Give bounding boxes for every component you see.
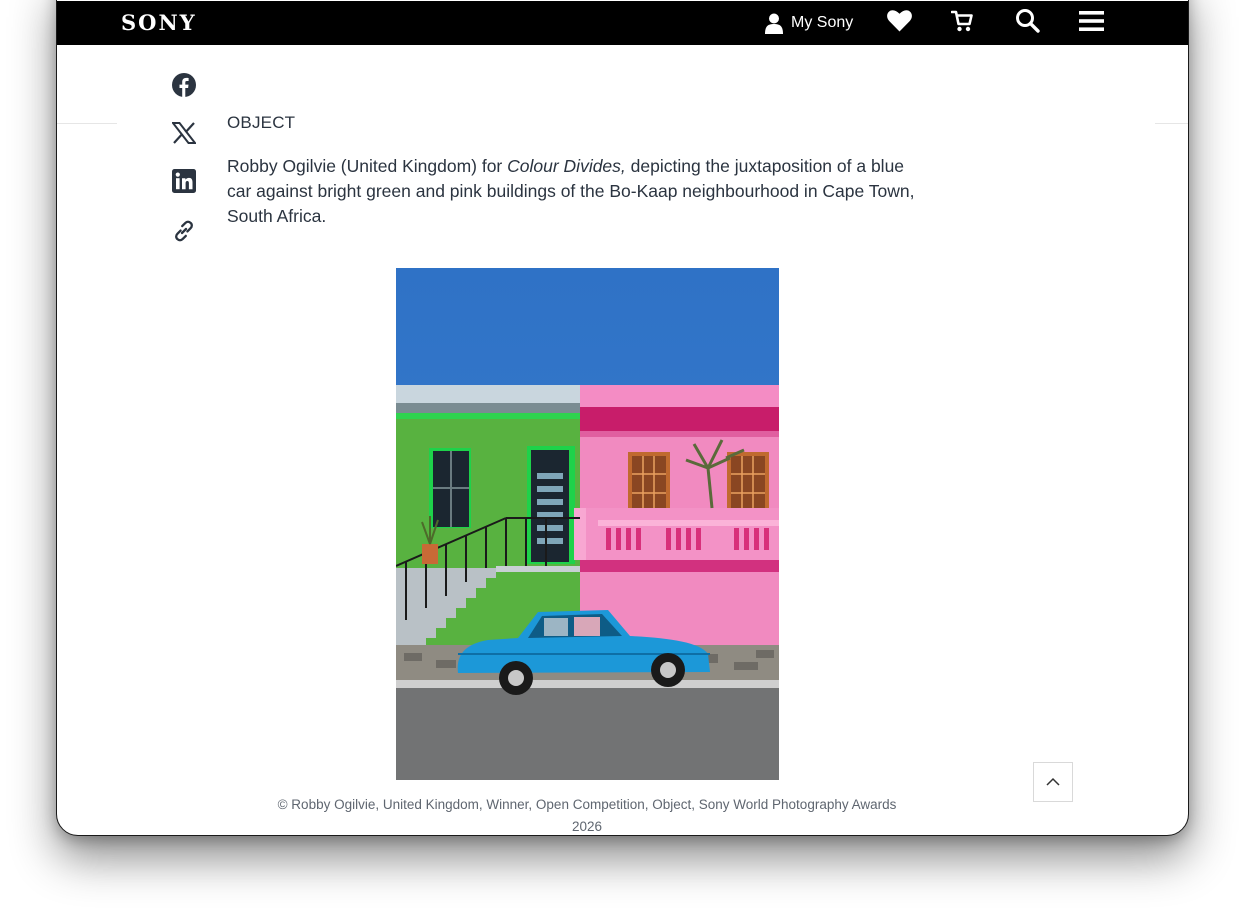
my-sony-label: My Sony — [791, 14, 854, 31]
search-button[interactable] — [1015, 1, 1040, 45]
divider-right — [1155, 123, 1188, 124]
search-icon — [1015, 8, 1040, 38]
facebook-icon — [172, 72, 196, 102]
photo-credit-year: 2026 — [571, 819, 603, 834]
caption-text-start: Robby Ogilvie (United Kingdom) for — [227, 156, 508, 176]
user-icon — [765, 13, 783, 34]
category-heading: OBJECT — [227, 113, 296, 132]
menu-button[interactable] — [1079, 1, 1104, 45]
link-icon — [172, 219, 196, 248]
photo-title: Colour Divides, — [507, 156, 626, 176]
my-sony-button[interactable]: My Sony — [765, 1, 853, 45]
linkedin-icon — [172, 168, 196, 198]
menu-icon — [1079, 10, 1104, 36]
photo-credit-line: © Robby Ogilvie, United Kingdom, Winner,… — [277, 797, 897, 812]
cart-icon — [950, 10, 973, 37]
photo-credit: © Robby Ogilvie, United Kingdom, Winner,… — [247, 794, 927, 835]
share-linkedin-button[interactable] — [170, 168, 198, 198]
chevron-up-icon — [1046, 773, 1060, 791]
heart-icon — [887, 9, 912, 37]
site-header: SONY My Sony — [57, 1, 1188, 45]
photo-caption: Robby Ogilvie (United Kingdom) for Colou… — [227, 154, 927, 229]
x-icon — [170, 121, 198, 149]
sony-logo[interactable]: SONY — [121, 10, 197, 35]
divider-left — [57, 123, 117, 124]
share-x-button[interactable] — [170, 121, 198, 149]
cart-button[interactable] — [950, 1, 973, 45]
winning-photograph — [395, 268, 779, 780]
copy-link-button[interactable] — [170, 219, 198, 247]
browser-window: SONY My Sony OBJECT Robby Ogilvie (Unite… — [56, 0, 1189, 836]
wishlist-button[interactable] — [887, 1, 912, 45]
share-facebook-button[interactable] — [170, 72, 198, 102]
back-to-top-button[interactable] — [1033, 762, 1073, 802]
